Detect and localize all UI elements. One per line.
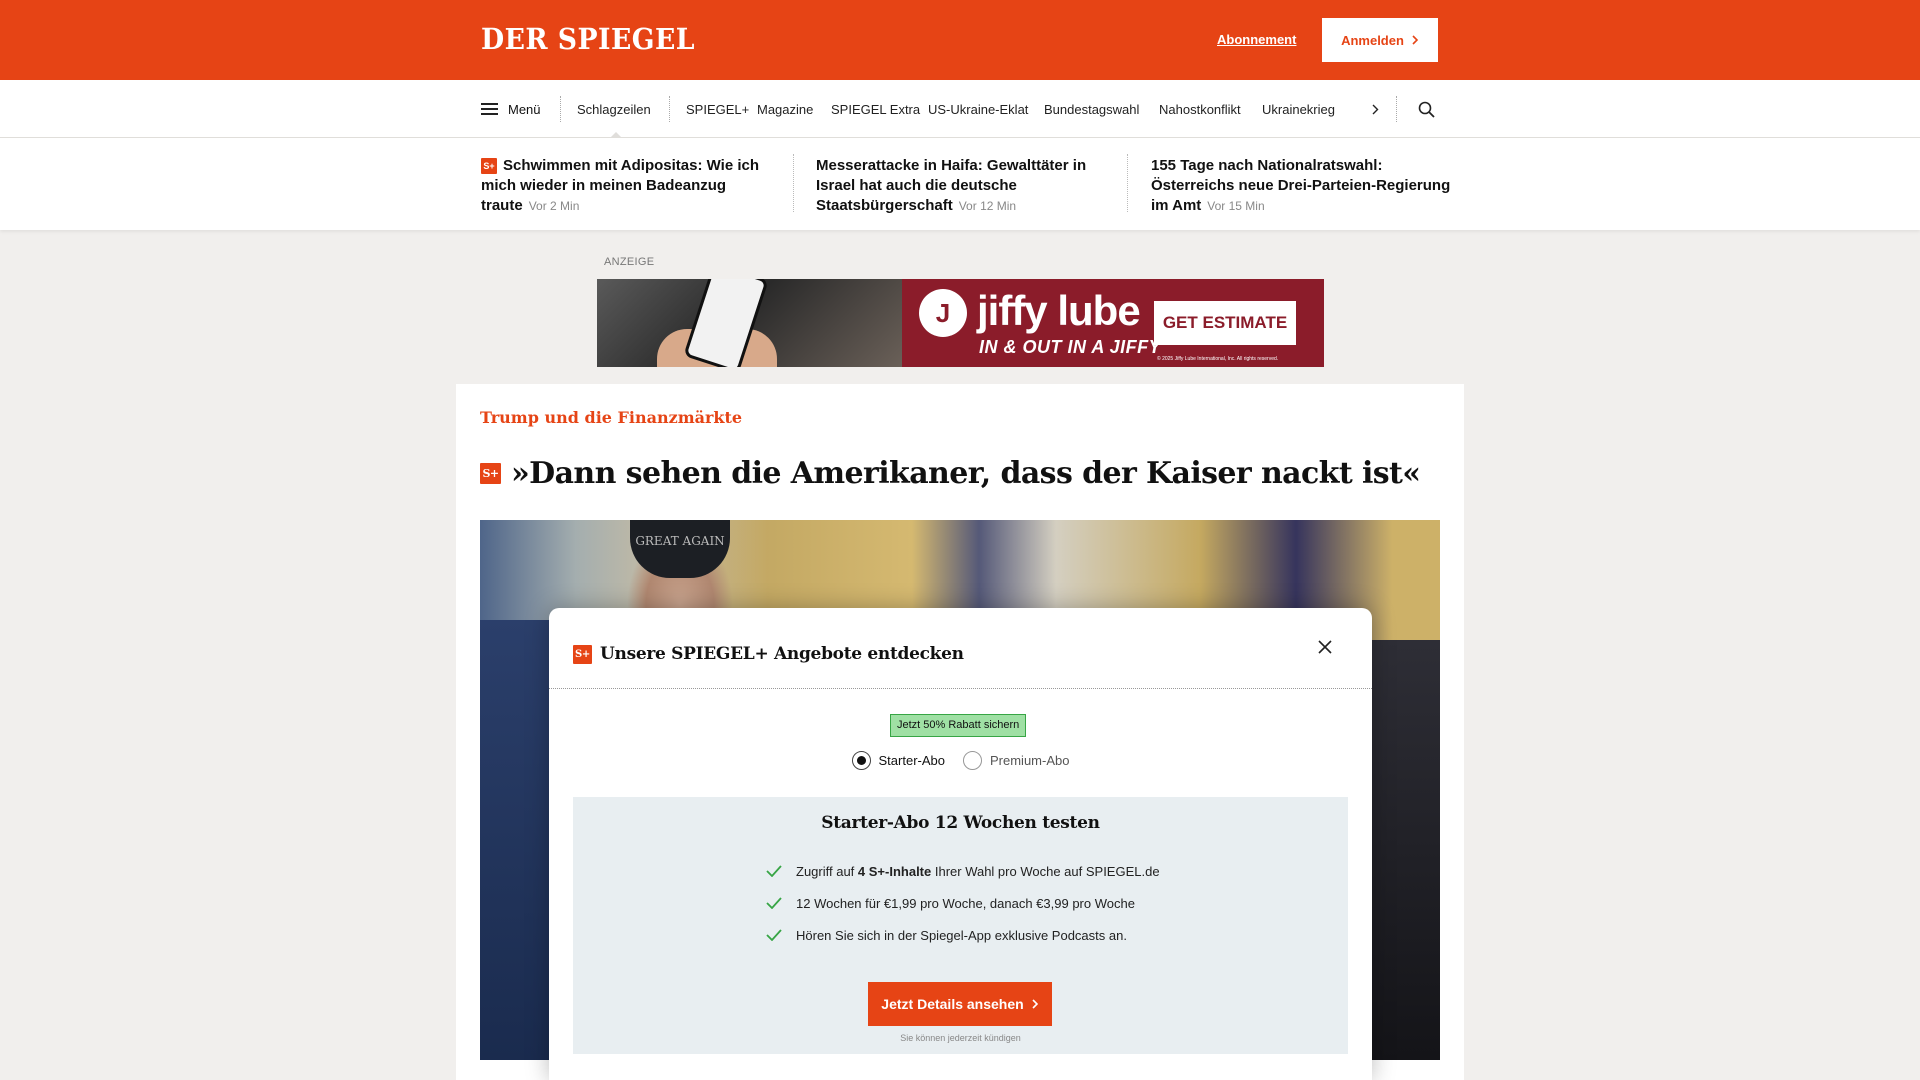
login-button[interactable]: Anmelden xyxy=(1322,18,1438,62)
chevron-right-icon xyxy=(1372,104,1378,114)
offer-title: Starter-Abo 12 Wochen testen xyxy=(821,813,1100,833)
article-title[interactable]: S+ »Dann sehen die Amerikaner, dass der … xyxy=(480,456,1421,491)
plan-selector: Starter-Abo Premium-Abo xyxy=(549,751,1372,770)
nav-divider xyxy=(560,96,561,122)
nav-item-spiegel-plus[interactable]: SPIEGEL+ xyxy=(686,80,749,138)
hero-flag-shape xyxy=(1370,640,1440,1060)
ad-photo xyxy=(597,279,902,367)
ad-tagline: IN & OUT IN A JIFFY xyxy=(979,337,1162,357)
headline-divider xyxy=(1127,154,1128,212)
modal-close-button[interactable] xyxy=(1312,634,1338,660)
nav-divider xyxy=(1396,96,1397,122)
ad-brand: jiffy lube xyxy=(977,287,1141,334)
chevron-right-icon xyxy=(1412,35,1419,45)
benefit-text-bold: 4 S+-Inhalte xyxy=(857,863,932,879)
spiegel-plus-icon: S+ xyxy=(480,463,501,484)
nav-item-spiegel-extra[interactable]: SPIEGEL Extra xyxy=(831,80,920,138)
headline-time: Vor 2 Min xyxy=(528,199,580,213)
headline-ticker: S+ Schwimmen mit Adipositas: Wie ich mich… xyxy=(0,138,1920,230)
checkmark-icon xyxy=(766,865,782,877)
radio-selected-icon xyxy=(851,751,871,770)
benefit-item: 12 Wochen für €1,99 pro Woche, danach €3… xyxy=(766,887,1160,919)
search-icon xyxy=(1418,101,1435,118)
nav-scroll-right-button[interactable] xyxy=(1365,80,1385,138)
checkmark-icon xyxy=(766,897,782,909)
benefit-item: Hören Sie sich in der Spiegel-App exklus… xyxy=(766,919,1160,951)
login-button-label: Anmelden xyxy=(1341,32,1404,48)
modal-divider xyxy=(549,688,1372,689)
radio-unselected-icon xyxy=(963,751,982,770)
checkmark-icon xyxy=(766,929,782,941)
benefit-text: Hören Sie sich in der Spiegel-App exklus… xyxy=(796,927,1127,943)
radio-label: Premium-Abo xyxy=(990,753,1070,768)
abonnement-link[interactable]: Abonnement xyxy=(1217,32,1296,47)
menu-button[interactable]: Menü xyxy=(481,80,541,138)
benefit-item: Zugriff auf 4 S+-Inhalte Ihrer Wahl pro … xyxy=(766,855,1160,887)
radio-premium-abo[interactable]: Premium-Abo xyxy=(963,751,1069,770)
main-navigation: Menü Schlagzeilen SPIEGEL+ Magazine SPIE… xyxy=(0,80,1920,138)
benefit-text-post: Ihrer Wahl pro Woche auf SPIEGEL.de xyxy=(931,863,1160,879)
benefit-text: 12 Wochen für €1,99 pro Woche, danach €3… xyxy=(796,895,1135,911)
headline-title: Messerattacke in Haifa: Gewalttäter in I… xyxy=(816,157,1087,214)
radio-starter-abo[interactable]: Starter-Abo xyxy=(851,751,945,770)
top-bar: DER SPIEGEL Abonnement Anmelden xyxy=(0,0,1920,80)
article-title-text: »Dann sehen die Amerikaner, dass der Kai… xyxy=(511,456,1421,491)
headline-divider xyxy=(793,154,794,212)
hamburger-icon xyxy=(481,103,498,115)
nav-item-us-ukraine-eklat[interactable]: US-Ukraine-Eklat xyxy=(928,80,1028,138)
headline-time: Vor 15 Min xyxy=(1207,199,1265,213)
nav-divider xyxy=(669,96,670,122)
spiegel-logo[interactable]: DER SPIEGEL xyxy=(481,22,695,56)
radio-label: Starter-Abo xyxy=(878,753,945,768)
ad-cta-button[interactable]: GET ESTIMATE xyxy=(1154,301,1296,345)
benefit-list: Zugriff auf 4 S+-Inhalte Ihrer Wahl pro … xyxy=(766,855,1160,951)
subscription-modal: S+ Unsere SPIEGEL+ Angebote entdecken Je… xyxy=(549,608,1372,1080)
headline-title: 155 Tage nach Nationalratswahl: Österrei… xyxy=(1151,157,1451,214)
offer-box: Starter-Abo 12 Wochen testen Zugriff auf… xyxy=(573,797,1348,1054)
ad-label: ANZEIGE xyxy=(604,256,655,268)
cancel-note: Sie können jederzeit kündigen xyxy=(900,1033,1021,1043)
spiegel-plus-icon: S+ xyxy=(573,644,592,664)
cta-label: Jetzt Details ansehen xyxy=(881,996,1024,1012)
details-cta-button[interactable]: Jetzt Details ansehen xyxy=(868,982,1052,1026)
close-icon xyxy=(1318,640,1332,654)
discount-badge: Jetzt 50% Rabatt sichern xyxy=(890,714,1027,737)
headline-item[interactable]: 155 Tage nach Nationalratswahl: Österrei… xyxy=(1151,156,1451,216)
menu-label: Menü xyxy=(508,101,541,117)
benefit-text: Zugriff auf 4 S+-Inhalte Ihrer Wahl pro … xyxy=(796,864,1160,879)
headline-item[interactable]: S+ Schwimmen mit Adipositas: Wie ich mich… xyxy=(481,156,781,216)
article-kicker[interactable]: Trump und die Finanzmärkte xyxy=(480,408,742,427)
ad-fine-print: © 2025 Jiffy Lube International, Inc. Al… xyxy=(1157,356,1279,362)
modal-title-text: Unsere SPIEGEL+ Angebote entdecken xyxy=(600,644,964,664)
modal-title: S+ Unsere SPIEGEL+ Angebote entdecken xyxy=(573,644,964,664)
nav-item-nahostkonflikt[interactable]: Nahostkonflikt xyxy=(1159,80,1241,138)
headline-time: Vor 12 Min xyxy=(958,199,1017,213)
nav-item-schlagzeilen[interactable]: Schlagzeilen xyxy=(577,80,651,138)
jiffy-lube-logo-icon: J xyxy=(919,289,967,337)
headline-item[interactable]: Messerattacke in Haifa: Gewalttäter in I… xyxy=(816,156,1116,216)
nav-item-magazine[interactable]: Magazine xyxy=(757,80,813,138)
ad-banner[interactable]: J jiffy lube IN & OUT IN A JIFFY GET EST… xyxy=(597,279,1324,367)
nav-item-ukrainekrieg[interactable]: Ukrainekrieg xyxy=(1262,80,1335,138)
nav-item-bundestagswahl[interactable]: Bundestagswahl xyxy=(1044,80,1139,138)
spiegel-plus-icon: S+ xyxy=(481,158,497,174)
chevron-right-icon xyxy=(1032,999,1038,1009)
benefit-text-pre: Zugriff auf xyxy=(796,863,858,879)
headline-title: Schwimmen mit Adipositas: Wie ich mich w… xyxy=(481,157,760,214)
search-button[interactable] xyxy=(1414,80,1438,138)
